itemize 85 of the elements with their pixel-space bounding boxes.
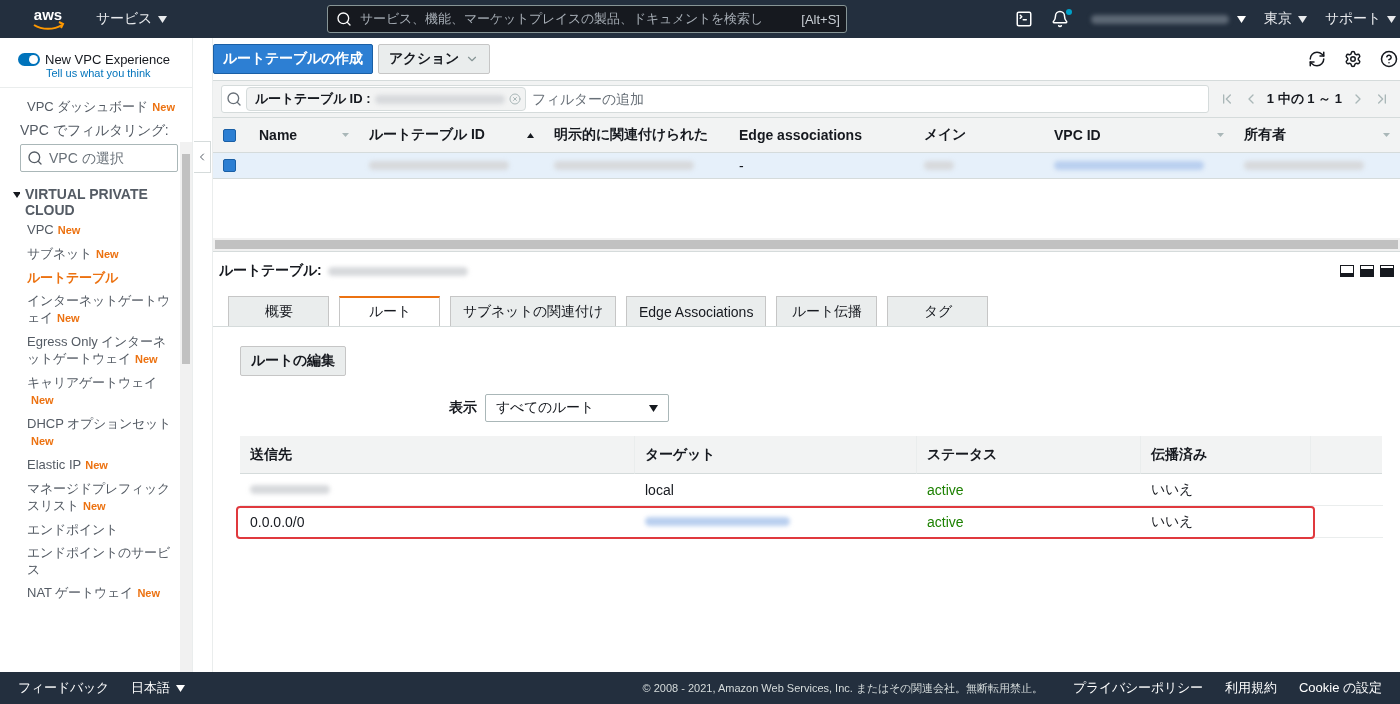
support-menu[interactable]: サポート: [1325, 10, 1396, 28]
tab[interactable]: Edge Associations: [626, 296, 767, 326]
sidebar-item[interactable]: インターネットゲートウェイ New: [20, 289, 178, 330]
table-cell: -: [729, 153, 914, 179]
sidebar-item[interactable]: Elastic IP New: [20, 453, 178, 477]
table-cell: いいえ: [1141, 474, 1311, 506]
sort-ascending-icon[interactable]: [527, 132, 534, 138]
pagination-text: 1 中の 1 ～ 1: [1266, 90, 1342, 108]
region-menu[interactable]: 東京: [1264, 10, 1307, 28]
shortcut-hint: [Alt+S]: [801, 11, 840, 27]
column-header: ステータス: [917, 436, 1141, 474]
column-header: 伝播済み: [1141, 436, 1311, 474]
expanded-caret-icon[interactable]: [13, 191, 20, 199]
search-icon: [27, 150, 43, 166]
caret-icon: [1298, 15, 1307, 23]
scrollbar[interactable]: [180, 142, 192, 672]
footer-link[interactable]: 利用規約: [1224, 679, 1277, 697]
column-header: ターゲット: [635, 436, 917, 474]
status-cell: active: [917, 506, 1141, 538]
help-icon[interactable]: [1380, 50, 1398, 68]
sidebar-item[interactable]: DHCP オプションセット New: [20, 412, 178, 453]
create-button[interactable]: ルートテーブルの作成: [213, 44, 373, 74]
search-field[interactable]: サービス、機能、マーケットプレイスの製品、ドキュメントを検索し [Alt+S]: [327, 5, 847, 33]
filter-token[interactable]: ルートテーブル ID :: [246, 87, 526, 111]
caret-icon: [176, 684, 185, 692]
sidebar-item[interactable]: キャリアゲートウェイ New: [20, 371, 178, 412]
sidebar-item[interactable]: NAT ゲートウェイ New: [20, 581, 178, 605]
vpc-filter-field[interactable]: VPC の選択: [20, 144, 178, 172]
footer-link[interactable]: Cookie の設定: [1298, 679, 1382, 697]
actions-button[interactable]: アクション: [378, 44, 490, 74]
table-cell: local: [635, 474, 917, 506]
panel-layout-icon[interactable]: [1380, 265, 1394, 277]
search-icon: [336, 11, 352, 27]
sidebar-item[interactable]: マネージドプレフィックスリスト New: [20, 477, 178, 518]
table-cell: 0.0.0.0/0: [240, 506, 635, 538]
filter-label: VPC でフィルタリング:: [20, 122, 170, 140]
sidebar-item[interactable]: Egress Only インターネットゲートウェイ New: [20, 330, 178, 371]
tab[interactable]: タグ: [887, 296, 989, 326]
details-title: ルートテーブル:: [219, 262, 322, 280]
copyright-text: © 2008 - 2021, Amazon Web Services, Inc. またはその関連会社。無断転用禁止。: [642, 680, 1043, 696]
sidebar-item[interactable]: エンドポイントのサービス: [20, 541, 178, 581]
settings-icon[interactable]: [1344, 50, 1362, 68]
toggle-label: New VPC Experience: [45, 52, 170, 67]
route-filter-select[interactable]: すべてのルート: [485, 394, 669, 422]
column-header[interactable]: Name: [259, 127, 298, 143]
sidebar-item[interactable]: VPC ダッシュボード New: [20, 92, 178, 120]
horizontal-scrollbar[interactable]: [213, 238, 1400, 251]
table-cell: いいえ: [1141, 506, 1311, 538]
tab[interactable]: サブネットの関連付け: [450, 296, 616, 326]
column-header[interactable]: 所有者: [1244, 126, 1286, 144]
services-menu[interactable]: サービス: [96, 10, 167, 28]
tab[interactable]: 概要: [228, 296, 329, 326]
tab[interactable]: ルート伝播: [776, 296, 878, 326]
column-header: 送信先: [240, 436, 635, 474]
sidebar-item[interactable]: エンドポイント: [20, 518, 178, 541]
tab[interactable]: ルート: [339, 296, 440, 326]
status-cell: active: [917, 474, 1141, 506]
column-header[interactable]: VPC ID: [1054, 127, 1101, 143]
refresh-icon[interactable]: [1308, 50, 1326, 68]
terminal-icon[interactable]: [1015, 10, 1033, 28]
panel-layout-icon[interactable]: [1360, 265, 1374, 277]
panel-layout-icon[interactable]: [1340, 265, 1354, 277]
aws-logo[interactable]: aws: [30, 7, 66, 31]
section-title: VIRTUAL PRIVATE CLOUD: [24, 186, 149, 218]
caret-icon: [649, 404, 658, 412]
search-icon: [226, 91, 242, 107]
feedback-link[interactable]: フィードバック: [18, 679, 109, 697]
header-filler: [1311, 436, 1382, 474]
edit-routes-button[interactable]: ルートの編集: [240, 346, 346, 376]
select-all-checkbox[interactable]: [223, 128, 236, 142]
feedback-link[interactable]: Tell us what you think: [46, 67, 182, 79]
sidebar-item[interactable]: VPC New: [20, 218, 178, 242]
bell-icon[interactable]: [1051, 10, 1069, 28]
footer-link[interactable]: プライバシーポリシー: [1072, 679, 1203, 697]
caret-icon: [1387, 15, 1396, 23]
sidebar-item[interactable]: サブネット New: [20, 242, 178, 266]
view-label: 表示: [449, 399, 477, 417]
row-checkbox[interactable]: [223, 159, 236, 172]
column-header[interactable]: メイン: [924, 126, 966, 144]
filter-field[interactable]: ルートテーブル ID : フィルターの追加: [221, 85, 1209, 113]
caret-icon: [1237, 15, 1246, 23]
language-menu[interactable]: 日本語: [131, 679, 185, 697]
toggle-switch[interactable]: [18, 53, 40, 66]
blurred-text: [924, 161, 954, 170]
caret-icon: [158, 15, 167, 23]
